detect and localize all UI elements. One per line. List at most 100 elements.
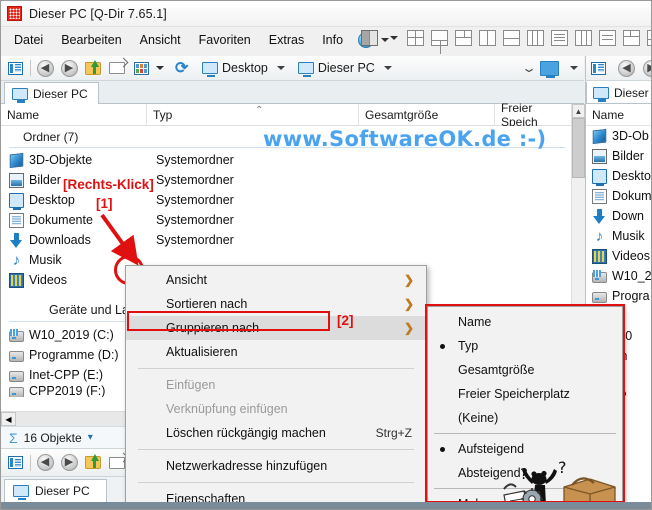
- chevron-down-icon[interactable]: [276, 66, 285, 70]
- context-menu-item-gruppieren-nach[interactable]: Gruppieren nach ❯: [126, 316, 426, 340]
- scroll-up-arrow-icon[interactable]: ▲: [572, 104, 585, 118]
- context-menu-accel: Strg+Z: [375, 426, 412, 440]
- layout-icon-9[interactable]: [599, 30, 616, 46]
- layout-icon-7[interactable]: [551, 30, 568, 46]
- list-view-icon[interactable]: [5, 58, 25, 78]
- layout-icon-11[interactable]: [647, 30, 651, 46]
- list-item[interactable]: Dokumente Systemordner: [1, 210, 571, 230]
- layout-icon-3[interactable]: [455, 30, 472, 46]
- list-item[interactable]: Dokum: [586, 186, 651, 206]
- layout-icon-2[interactable]: [431, 30, 448, 54]
- submenu-label: (Keine): [458, 411, 499, 425]
- layout-icon-4[interactable]: [479, 30, 496, 46]
- submenu-item-freier-speicherplatz[interactable]: Freier Speicherplatz: [428, 382, 622, 406]
- layout-icon-5[interactable]: [503, 30, 520, 46]
- column-header-row: Name Typ Gesamtgröße Freier Speich ⌃: [1, 101, 584, 129]
- chevron-double-down-icon[interactable]: ⌄: [521, 61, 537, 75]
- menu-favoriten[interactable]: Favoriten: [190, 31, 260, 49]
- refresh-icon[interactable]: ⟳: [173, 58, 193, 78]
- menu-bearbeiten[interactable]: Bearbeiten: [52, 31, 130, 49]
- submenu-item-gesamtgroesse[interactable]: Gesamtgröße: [428, 358, 622, 382]
- computer-icon: [12, 87, 28, 103]
- list-item[interactable]: Down: [586, 206, 651, 226]
- tab-dieser-pc[interactable]: Dieser PC: [4, 82, 99, 104]
- list-item[interactable]: Bilder: [586, 146, 651, 166]
- list-item[interactable]: 3D-Ob: [586, 126, 651, 146]
- item-name: W10_2: [612, 269, 652, 283]
- context-menu-label: Einfügen: [166, 378, 216, 392]
- chevron-down-icon[interactable]: [383, 66, 392, 70]
- submenu-label: Freier Speicherplatz: [458, 387, 570, 401]
- download-arrow-icon: [9, 232, 24, 248]
- context-menu-item-sortieren-nach[interactable]: Sortieren nach ❯: [126, 292, 426, 316]
- view-mode-dropdown-icon[interactable]: [570, 66, 578, 70]
- menu-info[interactable]: Info: [313, 31, 352, 49]
- item-name: Inet-CPP (E:): [29, 368, 104, 382]
- context-menu-label: Ansicht: [166, 273, 207, 287]
- forward-icon[interactable]: ▶: [59, 453, 79, 473]
- layout-icon-6[interactable]: [527, 30, 544, 46]
- column-header-gesamtgroesse[interactable]: Gesamtgröße: [359, 104, 495, 126]
- drive-icon: [9, 370, 24, 382]
- view-mode-icon[interactable]: [540, 60, 559, 78]
- split-layout-active-icon[interactable]: [361, 30, 378, 46]
- drive-icon: [592, 291, 607, 303]
- layout-icon-10[interactable]: [623, 30, 640, 46]
- context-menu-label: Gruppieren nach: [166, 321, 260, 335]
- menu-separator: [138, 449, 414, 450]
- back-icon[interactable]: ◀: [618, 58, 635, 78]
- menu-extras[interactable]: Extras: [260, 31, 313, 49]
- computer-icon: [13, 485, 29, 500]
- context-menu-item-ansicht[interactable]: Ansicht ❯: [126, 268, 426, 292]
- submenu-item-typ[interactable]: Typ: [428, 334, 622, 358]
- list-item[interactable]: Videos: [586, 246, 651, 266]
- forward-icon[interactable]: ▶: [59, 58, 79, 78]
- item-name: 3D-Objekte: [29, 153, 93, 167]
- column-header-typ[interactable]: Typ: [147, 104, 359, 126]
- color-grid-icon[interactable]: [131, 58, 151, 78]
- context-menu-item-aktualisieren[interactable]: Aktualisieren: [126, 340, 426, 364]
- context-menu-item-loeschen-rueckgaengig[interactable]: Löschen rückgängig machen Strg+Z: [126, 421, 426, 445]
- new-folder-icon[interactable]: [107, 58, 127, 78]
- item-name: Bilder: [29, 173, 61, 187]
- list-item[interactable]: Deskto: [586, 166, 651, 186]
- music-note-icon: ♪: [595, 227, 604, 245]
- list-item[interactable]: W10_2: [586, 266, 652, 286]
- back-icon[interactable]: ◀: [35, 453, 55, 473]
- forward-icon[interactable]: ▶: [643, 58, 651, 78]
- right-pane-tab[interactable]: Dieser: [586, 82, 651, 104]
- layout-icon-1[interactable]: [407, 30, 424, 46]
- grid-dropdown-icon[interactable]: [156, 66, 164, 70]
- list-item[interactable]: ♪ Musik: [586, 226, 651, 246]
- breadcrumb-desktop[interactable]: Desktop: [198, 61, 289, 77]
- list-view-icon[interactable]: [5, 453, 25, 473]
- new-folder-icon[interactable]: [107, 453, 127, 473]
- picture-icon: [9, 172, 24, 188]
- item-name: Desktop: [29, 193, 75, 207]
- list-item[interactable]: Desktop Systemordner: [1, 190, 571, 210]
- list-item[interactable]: Progra: [586, 286, 651, 306]
- list-view-icon[interactable]: [591, 58, 606, 78]
- column-header-name[interactable]: Name: [1, 104, 147, 126]
- up-folder-icon[interactable]: [83, 453, 103, 473]
- submenu-item-name[interactable]: Name: [428, 310, 622, 334]
- scroll-left-arrow-icon[interactable]: ◀: [1, 412, 16, 426]
- computer-icon: [297, 62, 314, 77]
- list-item[interactable]: Downloads Systemordner: [1, 230, 571, 250]
- bottom-tab-dieser-pc[interactable]: Dieser PC: [4, 479, 107, 503]
- menu-datei[interactable]: Datei: [5, 31, 52, 49]
- split-layout-dropdown-icon[interactable]: [390, 36, 398, 40]
- back-icon[interactable]: ◀: [35, 58, 55, 78]
- breadcrumb-dieser-pc[interactable]: Dieser PC: [294, 61, 396, 77]
- desktop-icon: [592, 168, 607, 186]
- up-folder-icon[interactable]: [83, 58, 103, 78]
- context-menu-item-verknuepfung-einfuegen: Verknüpfung einfügen: [126, 397, 426, 421]
- right-pane-column-header[interactable]: Name: [586, 104, 651, 126]
- menu-ansicht[interactable]: Ansicht: [131, 31, 190, 49]
- context-menu-item-netzwerkadresse[interactable]: Netzwerkadresse hinzufügen: [126, 454, 426, 478]
- column-header-freier-speicher[interactable]: Freier Speich: [495, 101, 571, 129]
- list-item[interactable]: 3D-Objekte Systemordner: [1, 150, 571, 170]
- layout-icon-8[interactable]: [575, 30, 592, 46]
- chevron-down-icon[interactable]: ▾: [88, 432, 93, 443]
- scrollbar-thumb[interactable]: [572, 118, 585, 178]
